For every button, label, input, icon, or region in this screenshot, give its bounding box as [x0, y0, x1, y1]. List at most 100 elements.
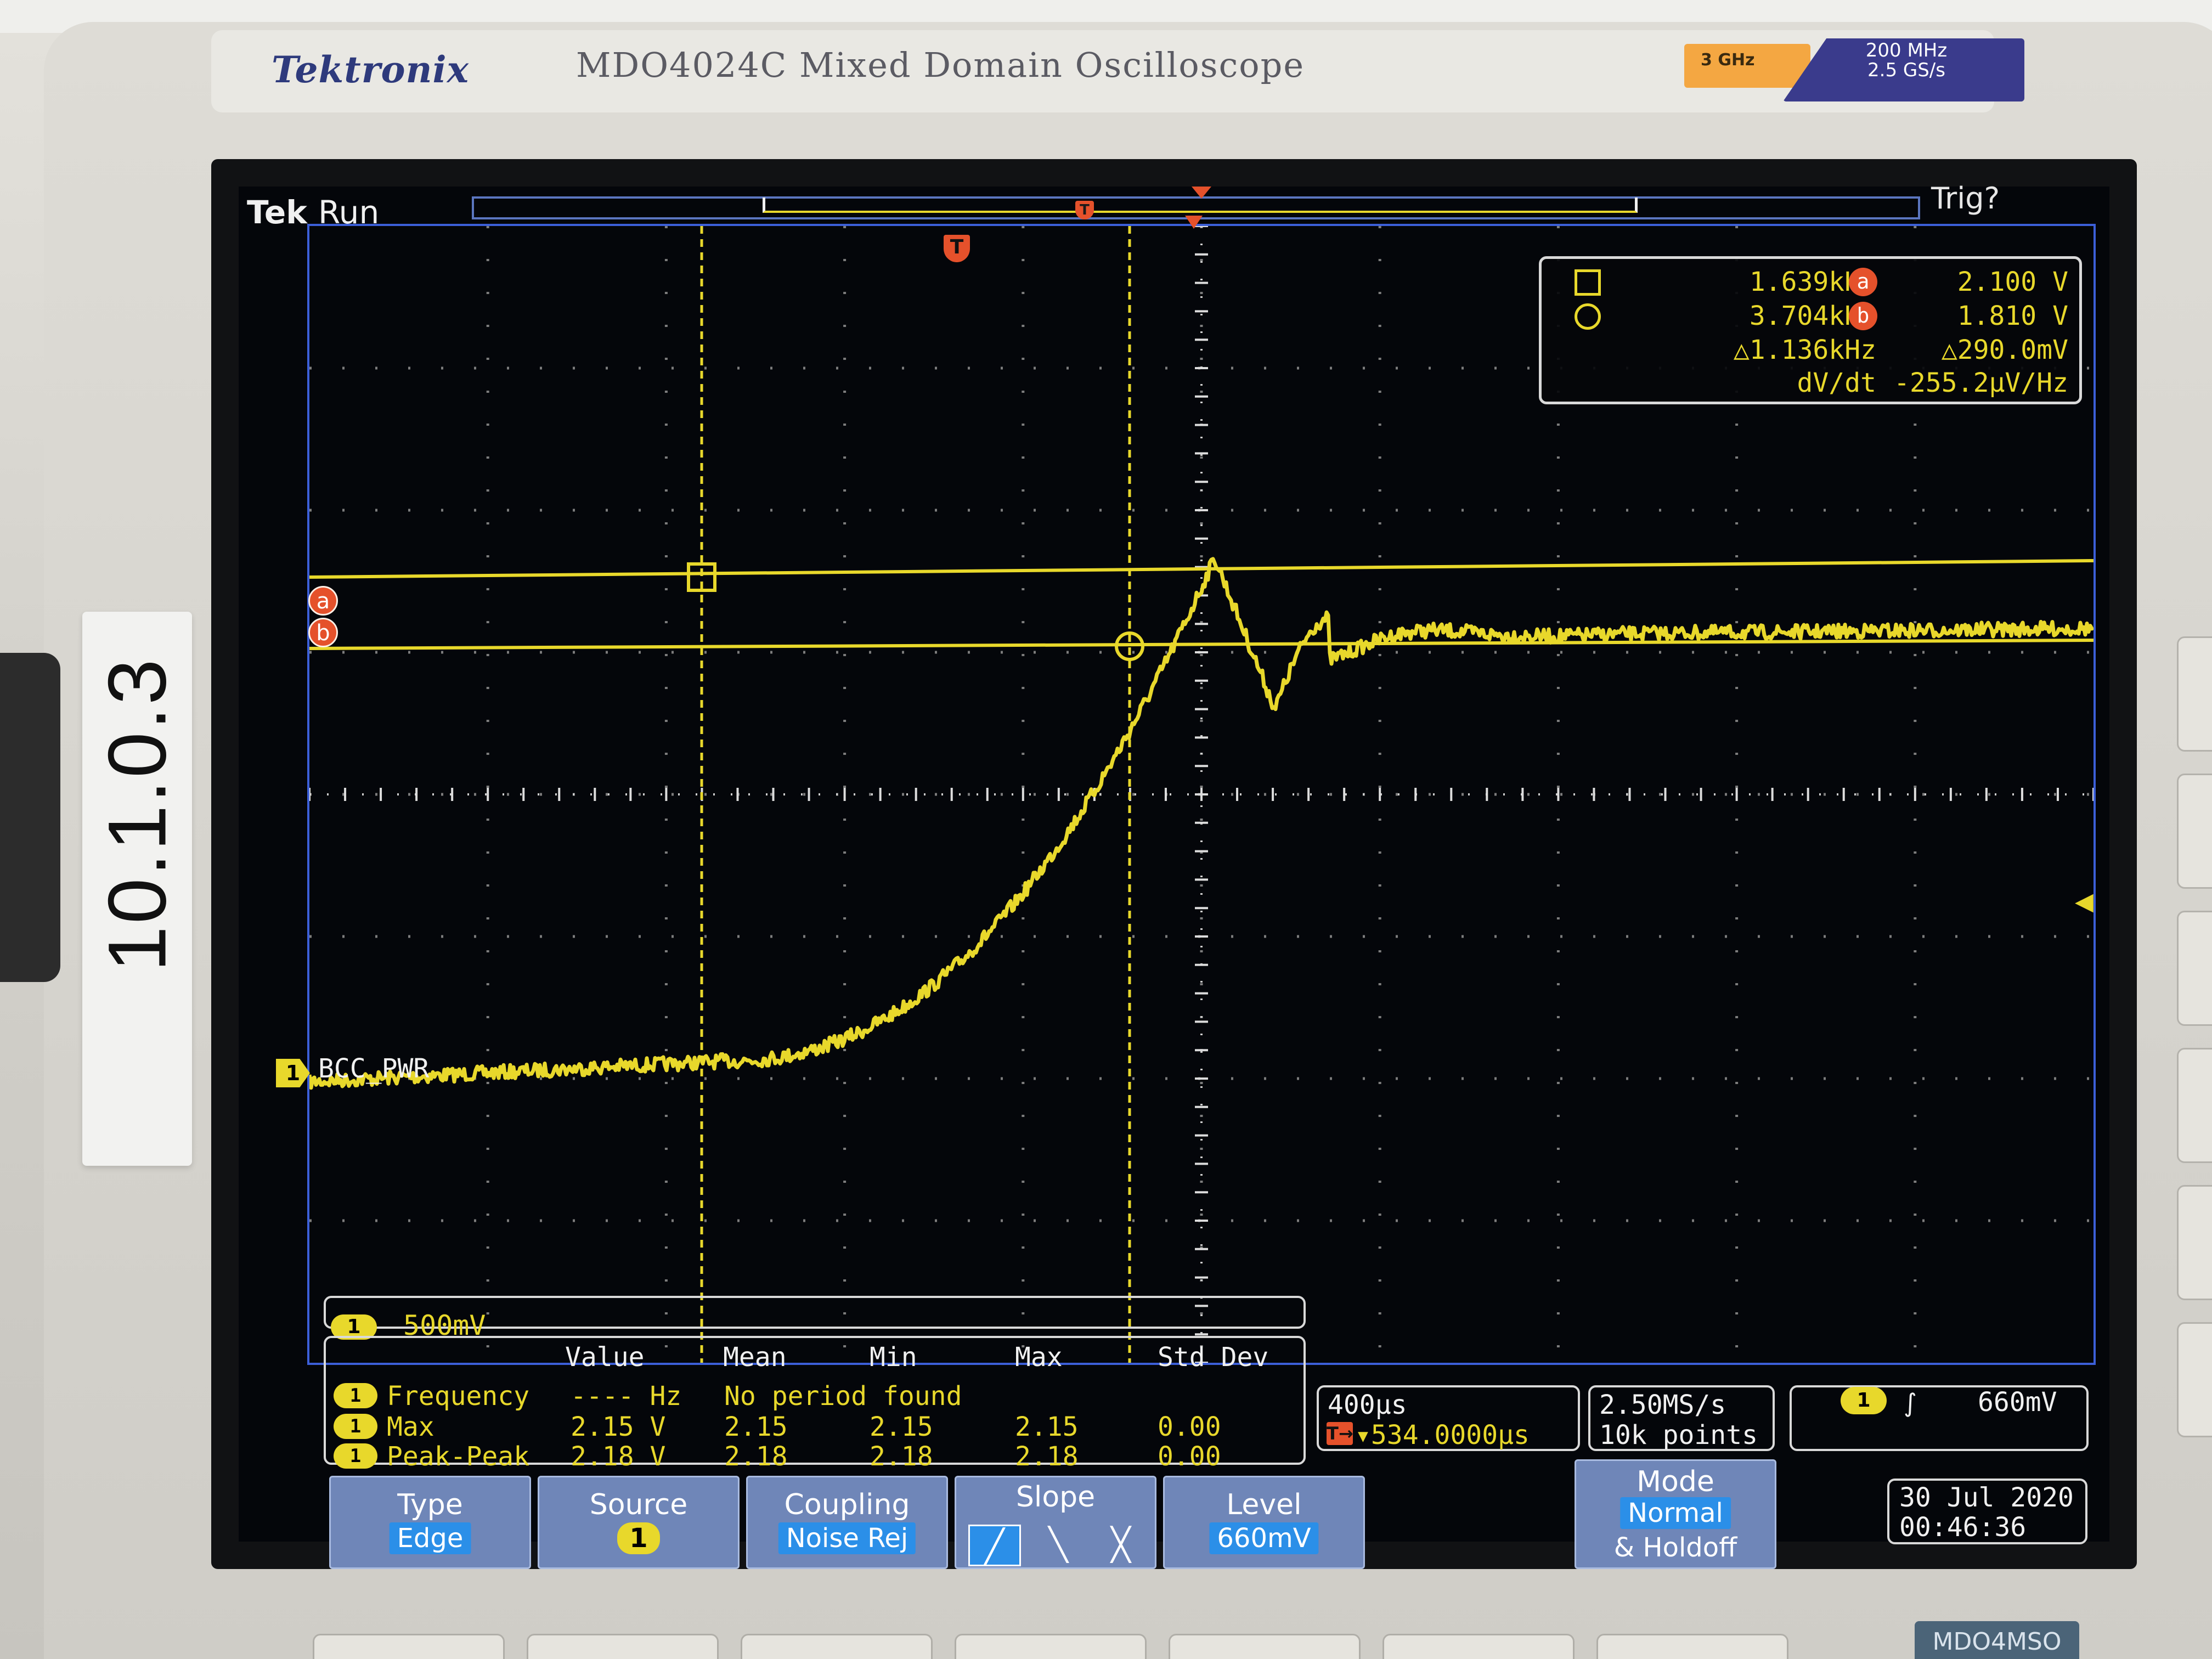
measurement-value: ---- Hz	[571, 1381, 682, 1412]
measurement-value: 2.15 V	[571, 1412, 666, 1442]
menu-type-value: Edge	[389, 1522, 471, 1554]
bandwidth-label: 200 MHz	[1865, 40, 1948, 61]
bottom-bezel-button[interactable]	[741, 1634, 933, 1659]
side-bezel-button[interactable]	[2177, 1048, 2212, 1163]
delay-icon: T→	[1327, 1422, 1353, 1445]
rising-edge-icon: ∫	[1904, 1388, 1917, 1418]
measurement-mean: 2.15	[724, 1412, 788, 1442]
menu-slope-button[interactable]: Slope ╱ ╲ ╳	[955, 1476, 1156, 1569]
cursor-b-voltage: 1.810 V	[1957, 301, 2068, 331]
col-max: Max	[1015, 1342, 1063, 1373]
record-length: 10k points	[1599, 1420, 1758, 1451]
cursor-delta-time: △1.136kHz	[1733, 335, 1876, 365]
square-cursor-icon	[1575, 269, 1601, 296]
measurement-stddev: 0.00	[1158, 1412, 1221, 1442]
horizontal-scale: 400µs	[1328, 1390, 1407, 1420]
col-mean: Mean	[723, 1342, 787, 1373]
measurement-name: Max	[387, 1412, 435, 1442]
measurement-name: Frequency	[387, 1381, 530, 1412]
channel-1-label: BCC_PWR	[318, 1053, 430, 1084]
trigger-source-badge: 1	[1841, 1387, 1887, 1414]
rf-bandwidth-label: 3 GHz	[1701, 50, 1755, 70]
menu-coupling-button[interactable]: Coupling Noise Rej	[746, 1476, 948, 1569]
side-bezel-button[interactable]	[2177, 1185, 2212, 1300]
bottom-bezel-button[interactable]	[955, 1634, 1147, 1659]
trigger-level: 660mV	[1978, 1387, 2057, 1418]
tek-logo: Tek	[247, 194, 307, 231]
col-stddev: Std Dev	[1158, 1342, 1269, 1373]
falling-slope-icon[interactable]: ╲	[1032, 1525, 1085, 1566]
voltage-cursor-b	[309, 639, 2094, 650]
menu-coupling-value: Noise Rej	[778, 1522, 916, 1554]
measurement-min: 2.15	[870, 1412, 933, 1442]
sample-rate: 2.50MS/s	[1599, 1390, 1726, 1420]
trigger-position-marker[interactable]	[1185, 216, 1203, 229]
horizontal-delay: ▾534.0000µs	[1355, 1420, 1530, 1451]
cursor-delta-voltage: △290.0mV	[1941, 335, 2068, 365]
side-bezel-button[interactable]	[2177, 774, 2212, 889]
trigger-point-icon[interactable]: T	[944, 235, 970, 262]
menu-level-button[interactable]: Level 660mV	[1163, 1476, 1365, 1569]
adjacent-device	[0, 653, 60, 982]
cursor-a-tag[interactable]: a	[308, 586, 338, 616]
channel-badge: 1	[334, 1443, 377, 1469]
circle-cursor-icon	[1575, 303, 1601, 330]
cursor-1-time: 1.639kHz	[1749, 267, 1876, 297]
cursor-row-dvdt: dV/dt -255.2µV/Hz	[1542, 368, 2079, 400]
bottom-bezel-button[interactable]	[313, 1634, 505, 1659]
cursor-row-1: 1.639kHz a 2.100 V	[1542, 267, 2079, 300]
col-value: Value	[565, 1342, 645, 1373]
menu-mode-value: Normal	[1620, 1497, 1731, 1529]
channel-badge: 1	[334, 1414, 377, 1439]
cursor-row-2: 3.704kHz b 1.810 V	[1542, 301, 2079, 334]
measurement-max: 2.15	[1015, 1412, 1079, 1442]
measurement-value: 2.18 V	[571, 1441, 666, 1472]
time: 00:46:36	[1899, 1512, 2027, 1543]
expansion-point-marker	[1192, 187, 1211, 199]
rising-slope-icon[interactable]: ╱	[968, 1525, 1021, 1566]
menu-mode-label: Mode	[1637, 1465, 1714, 1498]
menu-level-label: Level	[1226, 1488, 1302, 1521]
trigger-status: Trig?	[1931, 181, 2000, 216]
col-min: Min	[870, 1342, 917, 1373]
menu-source-label: Source	[589, 1488, 688, 1521]
voltage-cursor-a	[309, 559, 2094, 579]
measurement-mean: 2.18	[724, 1441, 788, 1472]
measurement-stddev: 0.00	[1158, 1441, 1221, 1472]
menu-type-button[interactable]: Type Edge	[329, 1476, 531, 1569]
menu-type-label: Type	[397, 1488, 463, 1521]
side-bezel-button[interactable]	[2177, 911, 2212, 1026]
cursor-row-delta: △1.136kHz △290.0mV	[1542, 335, 2079, 368]
menu-source-value: 1	[617, 1522, 660, 1554]
channel-badge: 1	[334, 1383, 377, 1408]
menu-level-value: 660mV	[1209, 1522, 1319, 1554]
cursor-2-time: 3.704kHz	[1749, 301, 1876, 331]
menu-source-button[interactable]: Source 1	[538, 1476, 740, 1569]
measurement-name: Peak-Peak	[387, 1441, 530, 1472]
cursor-a-voltage: 2.100 V	[1957, 267, 2068, 297]
menu-slope-label: Slope	[1015, 1481, 1096, 1514]
bottom-bezel-button[interactable]	[1169, 1634, 1361, 1659]
record-trigger-icon: T	[1075, 201, 1094, 219]
menu-mode-sub: & Holdoff	[1613, 1532, 1737, 1563]
measurement-mean: No period found	[724, 1381, 962, 1412]
bottom-bezel-button[interactable]	[1383, 1634, 1575, 1659]
side-bezel-button[interactable]	[2177, 636, 2212, 752]
model-tag: MDO4MSO	[1915, 1621, 2079, 1659]
bottom-bezel-button[interactable]	[527, 1634, 719, 1659]
dvdt-value: -255.2µV/Hz	[1894, 368, 2068, 398]
measurement-max: 2.18	[1015, 1441, 1079, 1472]
either-slope-icon[interactable]: ╳	[1094, 1525, 1147, 1566]
cursor-b-tag[interactable]: b	[308, 618, 338, 647]
ip-address-label: 10.1.0.3	[90, 657, 185, 972]
record-view-window	[763, 198, 1638, 213]
date: 30 Jul 2020	[1899, 1482, 2074, 1513]
measurement-min: 2.18	[870, 1441, 933, 1472]
bottom-bezel-button[interactable]	[1596, 1634, 1788, 1659]
sample-rate-label: 2.5 GS/s	[1867, 59, 1945, 81]
cursor-readout: 1.639kHz a 2.100 V 3.704kHz b 1.810 V △1…	[1539, 256, 2082, 404]
menu-mode-button[interactable]: Mode Normal & Holdoff	[1575, 1459, 1776, 1569]
dvdt-label: dV/dt	[1797, 368, 1877, 398]
brand-logo: Tektronix	[272, 48, 469, 91]
trigger-level-arrow-icon[interactable]: ◀	[2075, 888, 2094, 916]
